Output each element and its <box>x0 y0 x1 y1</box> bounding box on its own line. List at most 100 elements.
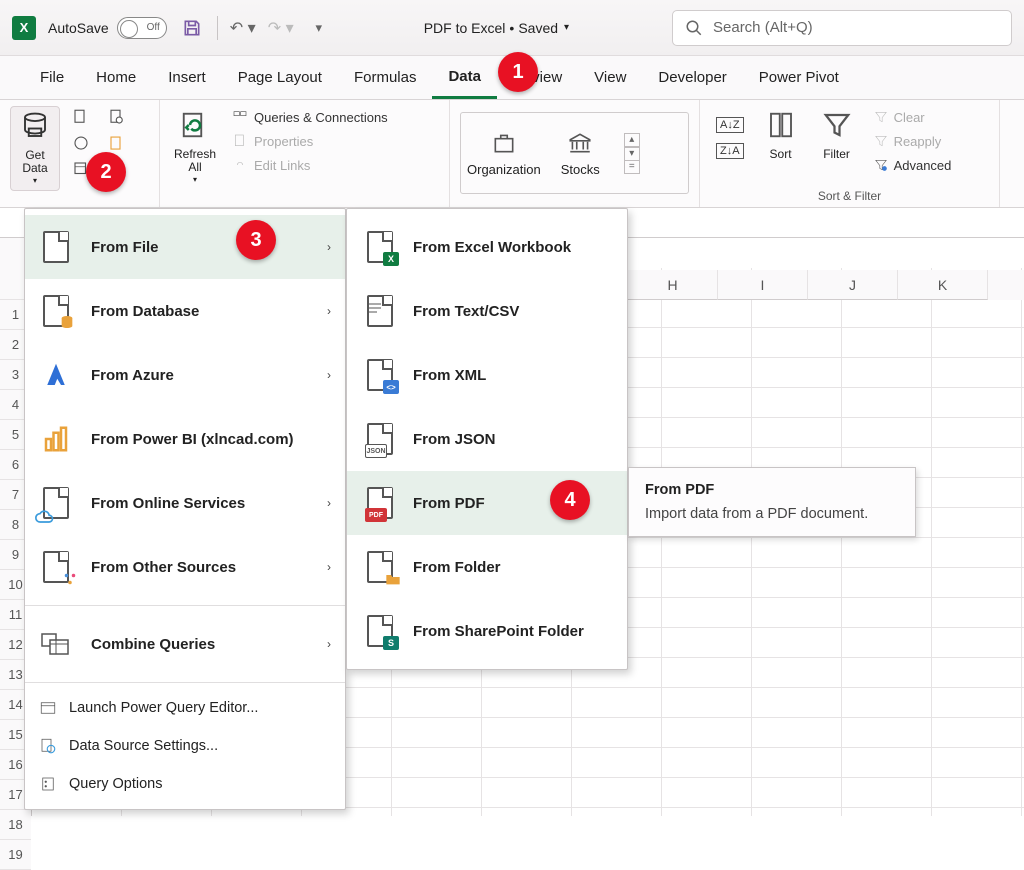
from-folder[interactable]: From Folder <box>347 535 627 599</box>
folder-icon <box>363 550 397 584</box>
queries-connections-button[interactable]: Queries & Connections <box>226 106 394 128</box>
data-source-settings[interactable]: Data Source Settings... <box>25 727 345 765</box>
properties-button: Properties <box>226 130 394 152</box>
cloud-icon <box>39 486 73 520</box>
excel-file-icon: X <box>363 230 397 264</box>
from-xml[interactable]: <> From XML <box>347 343 627 407</box>
tooltip-title: From PDF <box>645 482 899 498</box>
stocks-type[interactable]: Stocks <box>561 130 600 177</box>
get-data-button[interactable]: Get Data ▾ <box>10 106 60 191</box>
chevron-right-icon: › <box>327 304 331 318</box>
funnel-icon <box>822 110 852 146</box>
tab-data[interactable]: Data <box>432 56 497 99</box>
undo-button[interactable]: ↶ ▾ <box>230 15 256 41</box>
row-header[interactable]: 18 <box>0 810 31 840</box>
tooltip-body: Import data from a PDF document. <box>645 506 899 522</box>
redo-button[interactable]: ↷ ▾ <box>268 15 294 41</box>
chevron-right-icon: › <box>327 240 331 254</box>
reapply-icon <box>874 134 888 148</box>
properties-icon <box>232 133 248 149</box>
document-title[interactable]: PDF to Excel • Saved ▾ <box>424 20 569 36</box>
queries-icon <box>232 109 248 125</box>
tab-view[interactable]: View <box>578 56 642 99</box>
text-file-icon <box>363 294 397 328</box>
get-data-menu: From File › From Database › From Azure ›… <box>24 208 346 810</box>
gear-icon <box>39 737 57 755</box>
column-headers: H I J K <box>628 270 1024 300</box>
combine-queries-menuitem[interactable]: Combine Queries › <box>25 612 345 676</box>
sharepoint-icon: S <box>363 614 397 648</box>
pdf-file-icon: PDF <box>363 486 397 520</box>
tab-power-pivot[interactable]: Power Pivot <box>743 56 855 99</box>
chevron-right-icon: › <box>327 637 331 651</box>
search-input[interactable]: Search (Alt+Q) <box>672 10 1012 46</box>
json-file-icon: JSON <box>363 422 397 456</box>
row-header[interactable]: 19 <box>0 840 31 870</box>
from-online-services-menuitem[interactable]: From Online Services › <box>25 471 345 535</box>
col-header[interactable]: H <box>628 270 718 300</box>
filter-button[interactable]: Filter <box>812 106 862 165</box>
links-icon <box>232 157 248 173</box>
launch-power-query-editor[interactable]: Launch Power Query Editor... <box>25 689 345 727</box>
group-label-sort-filter: Sort & Filter <box>710 189 989 205</box>
from-excel-workbook[interactable]: X From Excel Workbook <box>347 215 627 279</box>
ribbon-toolbar: Get Data ▾ Refresh All ▾ <box>0 100 1024 208</box>
tab-page-layout[interactable]: Page Layout <box>222 56 338 99</box>
xml-file-icon: <> <box>363 358 397 392</box>
save-icon[interactable] <box>179 15 205 41</box>
tab-formulas[interactable]: Formulas <box>338 56 433 99</box>
from-other-sources-menuitem[interactable]: From Other Sources › <box>25 535 345 599</box>
recent-sources-mini[interactable] <box>102 106 132 128</box>
col-header[interactable]: I <box>718 270 808 300</box>
from-text-csv[interactable]: From Text/CSV <box>347 279 627 343</box>
edit-links-button: Edit Links <box>226 154 394 176</box>
advanced-button[interactable]: Advanced <box>868 154 958 176</box>
tab-insert[interactable]: Insert <box>152 56 222 99</box>
from-powerbi-menuitem[interactable]: From Power BI (xlncad.com) <box>25 407 345 471</box>
step-badge-2: 2 <box>86 152 126 192</box>
col-header[interactable]: J <box>808 270 898 300</box>
search-icon <box>685 19 703 37</box>
query-options[interactable]: Query Options <box>25 765 345 803</box>
qat-customize[interactable]: ▾ <box>306 15 332 41</box>
autosave-toggle-group[interactable]: AutoSave Off <box>48 17 167 39</box>
autosave-label: AutoSave <box>48 20 109 36</box>
file-icon <box>39 230 73 264</box>
chevron-right-icon: › <box>327 496 331 510</box>
data-types-gallery[interactable]: Organization Stocks ▴▾= <box>460 112 689 194</box>
azure-icon <box>39 358 73 392</box>
sort-button[interactable]: Sort <box>756 106 806 165</box>
refresh-icon <box>180 110 210 146</box>
organization-type[interactable]: Organization <box>467 130 541 177</box>
from-database-menuitem[interactable]: From Database › <box>25 279 345 343</box>
sort-asc-button[interactable]: A↓Z <box>710 114 750 136</box>
col-header[interactable]: K <box>898 270 988 300</box>
titlebar: X AutoSave Off ↶ ▾ ↷ ▾ ▾ PDF to Excel • … <box>0 0 1024 56</box>
from-json[interactable]: JSON From JSON <box>347 407 627 471</box>
options-icon <box>39 775 57 793</box>
step-badge-4: 4 <box>550 480 590 520</box>
advanced-icon <box>874 158 888 172</box>
tab-developer[interactable]: Developer <box>642 56 742 99</box>
tab-home[interactable]: Home <box>80 56 152 99</box>
database-icon <box>20 111 50 147</box>
autosave-toggle[interactable]: Off <box>117 17 167 39</box>
bank-icon <box>565 130 595 156</box>
tooltip: From PDF Import data from a PDF document… <box>628 467 916 537</box>
gallery-scroll[interactable]: ▴▾= <box>624 133 640 174</box>
clear-icon <box>874 110 888 124</box>
chevron-right-icon: › <box>327 368 331 382</box>
database-icon <box>39 294 73 328</box>
chevron-right-icon: › <box>327 560 331 574</box>
existing-conn-mini[interactable] <box>102 132 132 154</box>
from-file-menuitem[interactable]: From File › <box>25 215 345 279</box>
refresh-all-button[interactable]: Refresh All ▾ <box>170 106 220 189</box>
from-sharepoint-folder[interactable]: S From SharePoint Folder <box>347 599 627 663</box>
tab-file[interactable]: File <box>24 56 80 99</box>
from-web-mini[interactable] <box>66 132 96 154</box>
reapply-button: Reapply <box>868 130 958 152</box>
other-sources-icon <box>39 550 73 584</box>
from-text-csv-mini[interactable] <box>66 106 96 128</box>
sort-desc-button[interactable]: Z↓A <box>710 140 750 162</box>
from-azure-menuitem[interactable]: From Azure › <box>25 343 345 407</box>
